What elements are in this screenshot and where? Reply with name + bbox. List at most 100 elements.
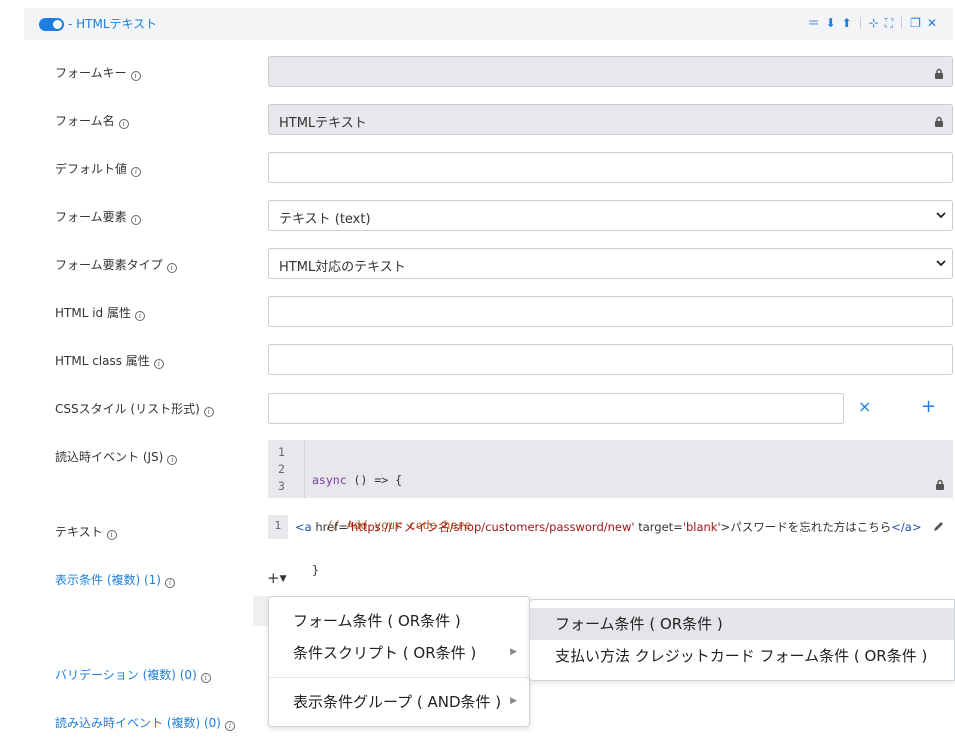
move-up-icon[interactable]: ⬆ — [842, 15, 852, 31]
caret-down-icon: ▼ — [279, 574, 287, 584]
html-attr: href= — [311, 520, 348, 534]
html-class-input[interactable] — [268, 344, 953, 375]
info-icon[interactable]: i — [106, 530, 117, 540]
text-label: テキスト i — [55, 523, 117, 540]
css-style-input[interactable] — [268, 393, 844, 424]
display-conditions-label[interactable]: 表示条件 (複数) (1) i — [55, 571, 175, 588]
text-label-text: テキスト — [55, 525, 103, 539]
info-icon[interactable]: i — [167, 455, 178, 465]
form-name-value: HTMLテキスト — [279, 116, 367, 131]
html-tag: <a — [295, 520, 312, 534]
load-events-label[interactable]: 読み込み時イベント (複数) (0) i — [55, 714, 235, 731]
line-gutter: 1 2 3 — [268, 444, 304, 495]
form-element-type-label: フォーム要素タイプ i — [55, 256, 177, 273]
submenu-item-form-condition[interactable]: フォーム条件 ( OR条件 ) — [530, 608, 954, 640]
form-element-label-text: フォーム要素 — [55, 210, 127, 224]
move-down-icon[interactable]: ⬇ — [826, 15, 836, 31]
info-icon[interactable]: i — [203, 407, 214, 417]
code-text: () => { — [346, 473, 403, 487]
toolbar-divider — [859, 17, 861, 29]
line-number: 2 — [278, 462, 285, 476]
field-header-bar: - HTMLテキスト ＝ ⬇ ⬆ ⊹ ⛶ ❐ ✕ — [24, 8, 953, 40]
info-icon[interactable]: i — [225, 721, 235, 731]
default-value-label-text: デフォルト値 — [55, 162, 128, 176]
lock-icon — [936, 479, 944, 490]
html-text-editor[interactable]: 1 <a href='https://ドメイン名/shop/customers/… — [268, 515, 953, 539]
condition-row-stub — [253, 596, 269, 626]
html-attr-value: 'https://ドメイン名/shop/customers/password/n… — [347, 520, 635, 534]
html-id-label: HTML id 属性 i — [55, 304, 145, 321]
info-icon[interactable]: i — [153, 359, 164, 369]
equals-icon[interactable]: ＝ — [808, 15, 820, 31]
line-number: 1 — [278, 445, 285, 459]
default-value-label: デフォルト値 i — [55, 160, 142, 177]
info-icon[interactable]: i — [131, 167, 142, 177]
menu-item-form-condition[interactable]: フォーム条件 ( OR条件 ) — [293, 610, 461, 631]
form-key-label: フォームキー i — [55, 64, 141, 81]
default-value-input[interactable] — [268, 152, 953, 183]
form-name-input[interactable]: HTMLテキスト — [268, 104, 953, 135]
html-id-input[interactable] — [268, 296, 953, 327]
form-element-type-value: HTML対応のテキスト — [279, 260, 406, 275]
load-event-label: 読込時イベント (JS) i — [55, 448, 178, 465]
html-class-label-text: HTML class 属性 — [55, 354, 150, 368]
chevron-down-icon — [936, 212, 946, 219]
line-number: 3 — [278, 479, 285, 493]
lock-icon — [935, 116, 943, 127]
add-condition-menu: フォーム条件 ( OR条件 ) 条件スクリプト ( OR条件 ) ▶ 表示条件グ… — [268, 596, 530, 727]
form-key-label-text: フォームキー — [55, 66, 127, 80]
css-style-label-text: CSSスタイル (リスト形式) — [55, 402, 200, 416]
lock-icon — [935, 68, 943, 79]
info-icon[interactable]: i — [118, 119, 129, 129]
form-name-label-text: フォーム名 — [55, 114, 115, 128]
html-tag: > — [720, 520, 731, 534]
html-attr: target= — [634, 520, 683, 534]
submenu-arrow-icon: ▶ — [510, 696, 517, 706]
form-element-type-label-text: フォーム要素タイプ — [55, 258, 163, 272]
submenu-item-credit-card-condition[interactable]: 支払い方法 クレジットカード フォーム条件 ( OR条件 ) — [530, 640, 954, 672]
info-icon[interactable]: i — [130, 71, 141, 81]
add-style-button[interactable]: + — [921, 398, 936, 416]
field-title[interactable]: - HTMLテキスト — [68, 15, 157, 32]
add-condition-button[interactable]: +▼ — [267, 569, 287, 587]
expand-icon[interactable]: ⛶ — [885, 15, 893, 31]
html-class-label: HTML class 属性 i — [55, 352, 164, 369]
form-element-select[interactable]: テキスト (text) — [268, 200, 953, 231]
gutter-divider — [304, 440, 305, 498]
css-style-label: CSSスタイル (リスト形式) i — [55, 400, 214, 417]
enable-toggle[interactable] — [39, 18, 64, 31]
html-id-label-text: HTML id 属性 — [55, 306, 131, 320]
pencil-icon[interactable] — [933, 520, 945, 532]
info-icon[interactable]: i — [165, 578, 175, 588]
load-events-text: 読み込み時イベント (複数) (0) — [55, 716, 221, 730]
collapse-icon[interactable]: ⊹ — [869, 15, 879, 31]
copy-icon[interactable]: ❐ — [910, 15, 921, 31]
close-icon[interactable]: ✕ — [927, 15, 937, 31]
plus-icon: + — [267, 569, 280, 587]
remove-style-button[interactable]: × — [858, 399, 871, 415]
info-icon[interactable]: i — [166, 263, 177, 273]
form-element-label: フォーム要素 i — [55, 208, 141, 225]
info-icon[interactable]: i — [134, 311, 145, 321]
html-attr-value: 'blank' — [682, 520, 721, 534]
line-number: 1 — [268, 515, 288, 539]
form-condition-submenu: フォーム条件 ( OR条件 ) 支払い方法 クレジットカード フォーム条件 ( … — [529, 599, 955, 681]
toggle-knob — [53, 20, 62, 29]
code-line: async () => { — [312, 472, 471, 489]
chevron-down-icon — [936, 260, 946, 267]
form-element-type-select[interactable]: HTML対応のテキスト — [268, 248, 953, 279]
info-icon[interactable]: i — [200, 673, 211, 683]
validation-label[interactable]: バリデーション (複数) (0) i — [55, 666, 211, 683]
form-name-label: フォーム名 i — [55, 112, 129, 129]
toolbar-divider — [901, 17, 903, 29]
html-text-content: <a href='https://ドメイン名/shop/customers/pa… — [295, 519, 921, 535]
html-inner-text: パスワードを忘れた方はこちら — [730, 520, 892, 534]
code-keyword: async — [312, 473, 347, 487]
validation-text: バリデーション (複数) (0) — [55, 668, 197, 682]
js-code-editor[interactable]: 1 2 3 async () => { // Add your code her… — [268, 440, 953, 577]
load-event-label-text: 読込時イベント (JS) — [55, 450, 164, 464]
menu-item-condition-script[interactable]: 条件スクリプト ( OR条件 ) — [293, 642, 476, 663]
form-key-input[interactable] — [268, 56, 953, 87]
info-icon[interactable]: i — [130, 215, 141, 225]
menu-item-condition-group[interactable]: 表示条件グループ ( AND条件 ) — [293, 691, 501, 712]
